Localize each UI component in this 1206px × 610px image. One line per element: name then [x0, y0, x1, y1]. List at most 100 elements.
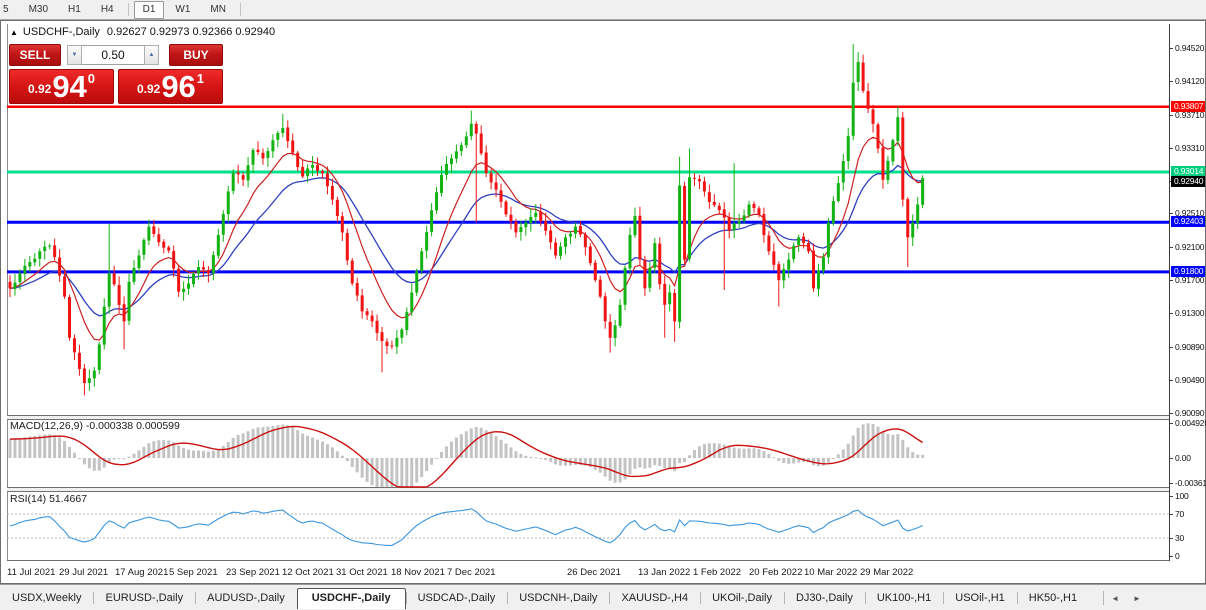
sell-price-point: 0	[87, 71, 96, 86]
timeframe-5[interactable]: 5	[0, 1, 18, 19]
date-label: 26 Dec 2021	[567, 567, 621, 578]
date-label: 29 Jul 2021	[59, 567, 109, 578]
price-tick-label: 0.93310	[1175, 142, 1205, 153]
collapse-panel-icon[interactable]: ▲	[10, 28, 18, 37]
tab-usoil-h1[interactable]: USOil-,H1	[943, 589, 1017, 608]
date-label: 7 Dec 2021	[447, 567, 496, 578]
tab-uk100-h1[interactable]: UK100-,H1	[864, 589, 943, 608]
axis-tick-mark	[1170, 313, 1173, 315]
axis-tick-mark	[1170, 538, 1173, 539]
buy-price-pips: 96	[161, 69, 196, 104]
axis-tick-mark	[1170, 412, 1173, 414]
level-price-badge: 0.92403	[1171, 216, 1205, 228]
level-price-badge: 0.93807	[1171, 100, 1205, 112]
axis-tick-mark	[1170, 80, 1173, 82]
toolbar-separator	[127, 3, 129, 16]
chart-canvas[interactable]	[7, 24, 1169, 561]
date-label: 18 Nov 2021	[391, 567, 445, 578]
axis-tick-mark	[1170, 48, 1173, 50]
axis-tick-mark	[1170, 514, 1173, 515]
price-axis: 0.945200.941200.937100.933100.929100.925…	[1169, 24, 1206, 561]
date-label: 31 Oct 2021	[336, 567, 388, 578]
rsi-axis-label: 0	[1175, 551, 1180, 561]
tab-eurusd-daily[interactable]: EURUSD-,Daily	[93, 589, 195, 608]
date-label: 17 Aug 2021	[115, 567, 169, 578]
axis-tick-mark	[1170, 346, 1173, 348]
tab-ukoil-daily[interactable]: UKOil-,Daily	[700, 589, 784, 608]
price-tick-label: 0.94120	[1175, 75, 1205, 86]
date-label: 12 Oct 2021	[282, 567, 334, 578]
price-tick-label: 0.90490	[1175, 374, 1205, 385]
tab-dj30-daily[interactable]: DJ30-,Daily	[783, 589, 865, 608]
axis-tick-mark	[1170, 556, 1173, 557]
tab-hk50-h1[interactable]: HK50-,H1	[1016, 589, 1089, 608]
rsi-axis-label: 100	[1175, 491, 1189, 501]
timeframe-m30[interactable]: M30	[20, 1, 57, 19]
tab-scroll-controls: ◄ ►	[1103, 591, 1148, 605]
timeframe-h1[interactable]: H1	[59, 1, 90, 19]
date-label: 1 Feb 2022	[693, 567, 742, 578]
buy-button[interactable]: BUY	[169, 44, 223, 66]
rsi-axis-label: 30	[1175, 533, 1185, 543]
tab-usdcnh-daily[interactable]: USDCNH-,Daily	[507, 589, 609, 608]
macd-axis-label: 0.00	[1175, 453, 1191, 463]
chart-tabs: USDX,Weekly EURUSD-,Daily AUDUSD-,Daily USD…	[0, 584, 1206, 609]
timeframe-h4[interactable]: H4	[92, 1, 123, 19]
price-tick-label: 0.92100	[1175, 242, 1205, 253]
buy-price-point: 1	[196, 71, 205, 86]
toolbar-separator	[239, 3, 241, 16]
macd-axis-label: -0.00361	[1175, 478, 1206, 489]
price-tick-label: 0.94520	[1175, 43, 1205, 54]
axis-tick-mark	[1170, 247, 1173, 249]
one-click-trading-panel: SELL ▼ ▲ BUY 0.92 94 0 0.92 96 1	[9, 44, 223, 104]
buy-price-box[interactable]: 0.92 96 1	[118, 69, 223, 104]
axis-tick-mark	[1170, 423, 1173, 425]
price-tick-label: 0.91300	[1175, 308, 1205, 319]
tab-usdchf-daily[interactable]: USDCHF-,Daily	[296, 588, 406, 609]
current-price-badge: 0.92940	[1171, 176, 1205, 188]
spin-down-icon: ▼	[71, 52, 78, 58]
tab-scroll-right-icon[interactable]: ►	[1126, 594, 1148, 603]
level-price-badge: 0.91800	[1171, 265, 1205, 277]
tab-usdcad-daily[interactable]: USDCAD-,Daily	[405, 589, 508, 608]
price-tick-label: 0.90890	[1175, 341, 1205, 352]
price-tick-label: 0.90090	[1175, 407, 1205, 418]
timeframe-mn[interactable]: MN	[201, 1, 235, 19]
trading-terminal: 5 M30 H1 H4 D1 W1 MN ▲ USDCHF-,Daily 0.92627 0.9…	[0, 0, 1206, 610]
timeframe-toolbar: 5 M30 H1 H4 D1 W1 MN	[0, 0, 1206, 20]
tab-scroll-left-icon[interactable]: ◄	[1104, 594, 1126, 603]
date-label: 5 Sep 2021	[169, 567, 218, 578]
macd-indicator-label: MACD(12,26,9) -0.000338 0.000599	[10, 420, 180, 432]
sell-price-box[interactable]: 0.92 94 0	[9, 69, 114, 104]
date-label: 11 Jul 2021	[7, 567, 56, 578]
axis-tick-mark	[1170, 379, 1173, 381]
volume-increase-button[interactable]: ▲	[144, 45, 159, 65]
tab-audusd-daily[interactable]: AUDUSD-,Daily	[195, 589, 297, 608]
axis-tick-mark	[1170, 114, 1173, 116]
axis-tick-mark	[1170, 280, 1173, 282]
chart-window: ▲ USDCHF-,Daily 0.92627 0.92973 0.92366 0.…	[0, 20, 1206, 584]
timeframe-w1[interactable]: W1	[166, 1, 199, 19]
date-label: 29 Mar 2022	[860, 567, 914, 578]
date-label: 20 Feb 2022	[749, 567, 803, 578]
tab-usdx-weekly[interactable]: USDX,Weekly	[0, 589, 93, 608]
date-label: 13 Jan 2022	[638, 567, 691, 578]
spin-up-icon: ▲	[148, 52, 155, 58]
buy-price-prefix: 0.92	[136, 82, 161, 96]
volume-input[interactable]	[82, 45, 144, 65]
date-label: 23 Sep 2021	[226, 567, 280, 578]
tab-xauusd-h4[interactable]: XAUUSD-,H4	[609, 589, 700, 608]
sell-price-prefix: 0.92	[27, 82, 52, 96]
rsi-axis-label: 70	[1175, 509, 1185, 519]
date-axis: 11 Jul 2021 29 Jul 2021 17 Aug 2021 5 Sep 2…	[7, 563, 1167, 581]
ohlc-values: 0.92627 0.92973 0.92366 0.92940	[106, 26, 276, 38]
sell-button[interactable]: SELL	[9, 44, 61, 66]
date-label: 10 Mar 2022	[804, 567, 858, 578]
axis-tick-mark	[1170, 458, 1173, 459]
sell-price-pips: 94	[52, 69, 87, 104]
timeframe-d1[interactable]: D1	[133, 0, 165, 19]
rsi-indicator-label: RSI(14) 51.4667	[10, 493, 88, 505]
volume-decrease-button[interactable]: ▼	[67, 45, 82, 65]
symbol-period-label: USDCHF-,Daily	[22, 26, 100, 38]
axis-tick-mark	[1170, 483, 1173, 485]
